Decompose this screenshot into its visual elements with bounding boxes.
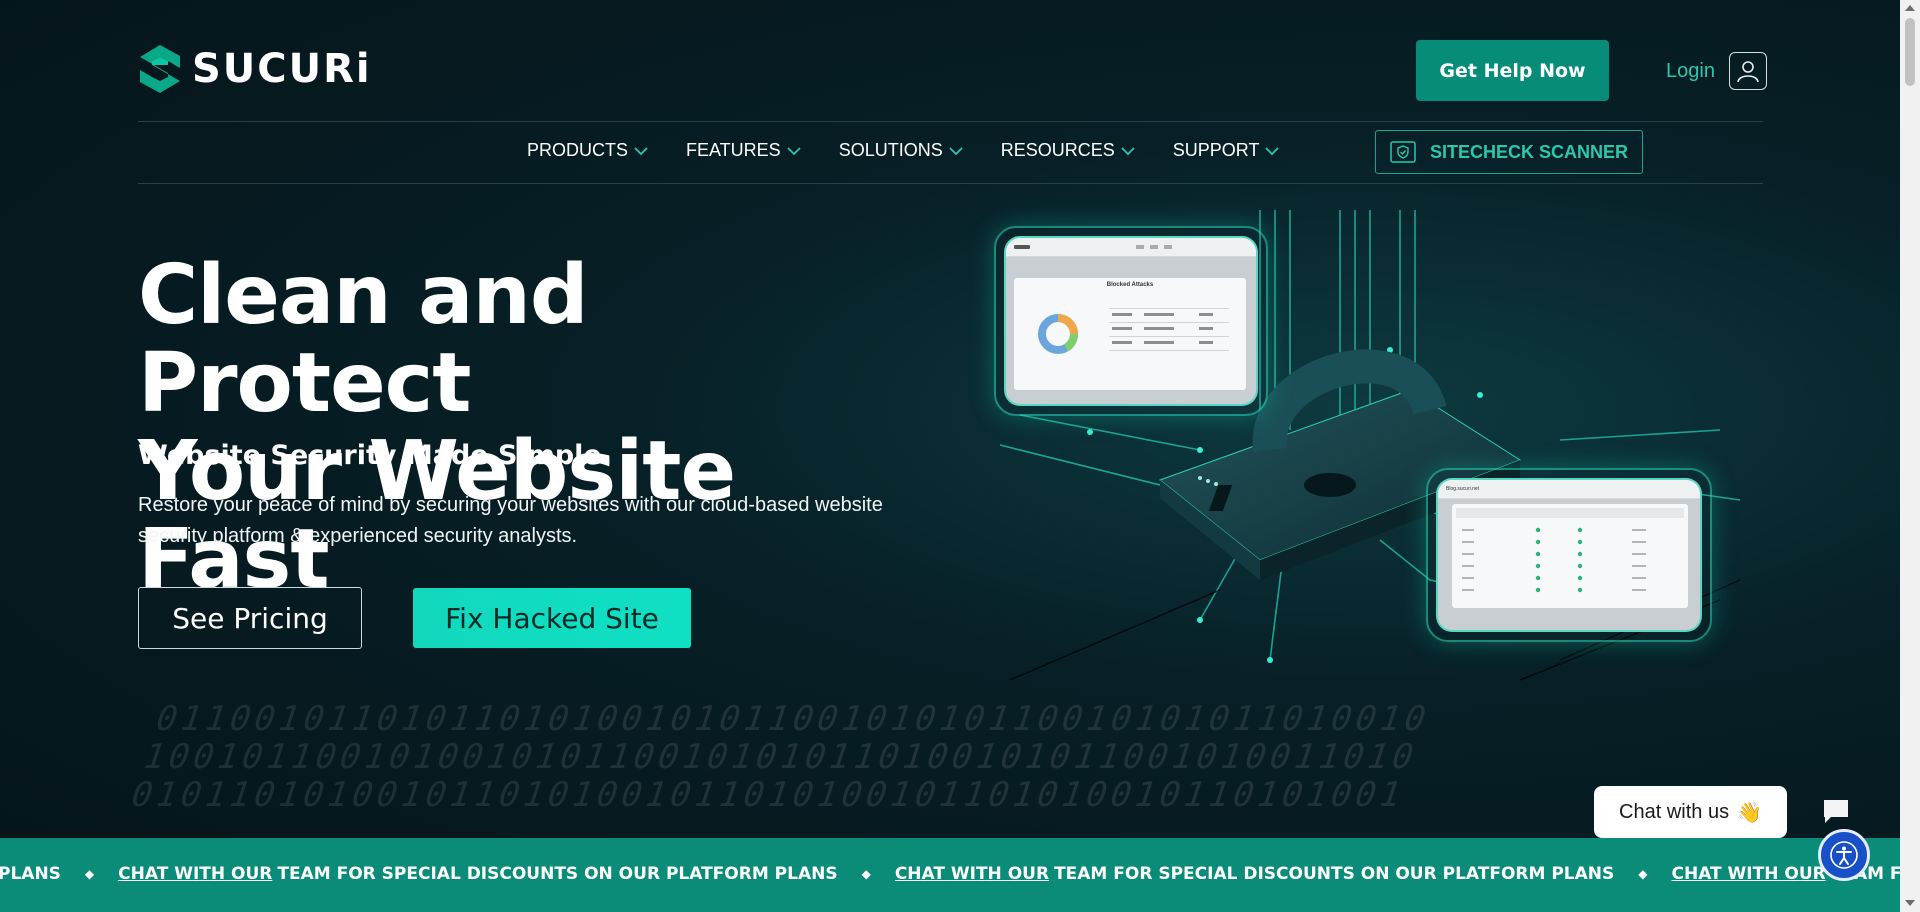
nav-label: SUPPORT xyxy=(1172,140,1260,160)
fix-hacked-site-button[interactable]: Fix Hacked Site xyxy=(413,588,691,648)
chat-with-our-link[interactable]: CHAT WITH OUR xyxy=(1672,864,1826,884)
ticker-text: TEAM FOR SPECIAL DISCOUNTS ON OUR PLATFO… xyxy=(277,864,838,884)
chat-label: Chat with us xyxy=(1619,800,1730,823)
security-illustration: Blocked Attacks Blog.sucuri.net xyxy=(960,200,1760,700)
header-divider xyxy=(138,121,1763,122)
accessibility-button[interactable] xyxy=(1818,829,1870,881)
chevron-down-icon xyxy=(1265,146,1280,155)
promo-ticker: PLANS ◆ CHAT WITH OUR TEAM FOR SPECIAL D… xyxy=(0,838,1900,912)
accessibility-icon xyxy=(1830,841,1858,869)
site-status-panel: Blog.sucuri.net xyxy=(1426,468,1712,642)
nav-item-products[interactable]: PRODUCTS xyxy=(527,140,648,161)
chevron-down-icon xyxy=(949,146,963,155)
ticker-track: PLANS ◆ CHAT WITH OUR TEAM FOR SPECIAL D… xyxy=(0,864,1900,884)
sucuri-logo-icon xyxy=(140,45,180,93)
sitecheck-label: SITECHECK SCANNER xyxy=(1429,141,1629,162)
ticker-separator-icon: ◆ xyxy=(1638,867,1648,881)
waving-hand-icon: 👋 xyxy=(1737,801,1762,824)
ticker-separator-icon: ◆ xyxy=(84,867,95,881)
nav-item-support[interactable]: SUPPORT xyxy=(1173,140,1280,161)
login-label: Login xyxy=(1666,59,1715,82)
scroll-down-arrow-icon[interactable] xyxy=(1905,900,1915,906)
hero-subtitle: Website Security Made Simple. xyxy=(138,440,612,471)
blocked-attacks-title: Blocked Attacks xyxy=(1106,282,1154,288)
sitecheck-scanner-button[interactable]: SITECHECK SCANNER xyxy=(1375,130,1643,174)
chevron-down-icon xyxy=(1121,146,1135,155)
blocked-attacks-panel: Blocked Attacks xyxy=(994,226,1268,416)
chat-icon[interactable] xyxy=(1822,797,1850,825)
site-status-title: Blog.sucuri.net xyxy=(1446,486,1480,492)
logo-wordmark: SUCURi xyxy=(192,46,372,92)
nav-label: FEATURES xyxy=(686,140,781,160)
ticker-text: TEAM FOR SPECIAL DISCOUNTS ON OUR PLATFO… xyxy=(1054,864,1615,884)
chat-with-our-link[interactable]: CHAT WITH OUR xyxy=(895,864,1049,884)
chat-with-us-bubble[interactable]: Chat with us 👋 xyxy=(1594,786,1787,838)
user-icon xyxy=(1728,52,1767,90)
nav-label: PRODUCTS xyxy=(527,140,629,160)
hero-description: Restore your peace of mind by securing y… xyxy=(138,494,883,547)
login-link[interactable]: Login xyxy=(1666,52,1767,90)
status-table-graphic xyxy=(1456,508,1684,593)
nav-item-resources[interactable]: RESOURCES xyxy=(1001,140,1135,161)
site-status-table xyxy=(1452,504,1688,608)
scrollbar-thumb[interactable] xyxy=(1905,18,1915,86)
nav-label: RESOURCES xyxy=(1000,140,1115,160)
nav-item-features[interactable]: FEATURES xyxy=(686,140,801,161)
blocked-attacks-card: Blocked Attacks xyxy=(1014,278,1246,390)
hero-title-line1: Clean and Protect xyxy=(138,248,589,431)
nav-divider xyxy=(138,183,1763,184)
ticker-lead-text: PLANS xyxy=(0,864,61,884)
mini-dashboard-header xyxy=(1006,238,1256,257)
sucuri-logo[interactable]: SUCURi xyxy=(138,44,372,94)
ticker-separator-icon: ◆ xyxy=(861,867,871,881)
mini-dashboard-header: Blog.sucuri.net xyxy=(1438,480,1700,499)
get-help-now-button[interactable]: Get Help Now xyxy=(1416,40,1609,101)
chevron-down-icon xyxy=(634,146,648,155)
scroll-up-arrow-icon[interactable] xyxy=(1905,5,1915,11)
see-pricing-button[interactable]: See Pricing xyxy=(138,587,362,649)
chat-with-our-link[interactable]: CHAT WITH OUR xyxy=(118,864,272,884)
scanner-shield-icon xyxy=(1390,141,1416,163)
nav-item-solutions[interactable]: SOLUTIONS xyxy=(839,140,963,161)
nav-label: SOLUTIONS xyxy=(838,140,943,160)
main-nav: PRODUCTS FEATURES SOLUTIONS RESOURCES SU… xyxy=(527,140,1317,161)
donut-chart-icon xyxy=(1038,308,1229,354)
chevron-down-icon xyxy=(787,146,801,155)
page-scrollbar[interactable] xyxy=(1900,0,1920,912)
